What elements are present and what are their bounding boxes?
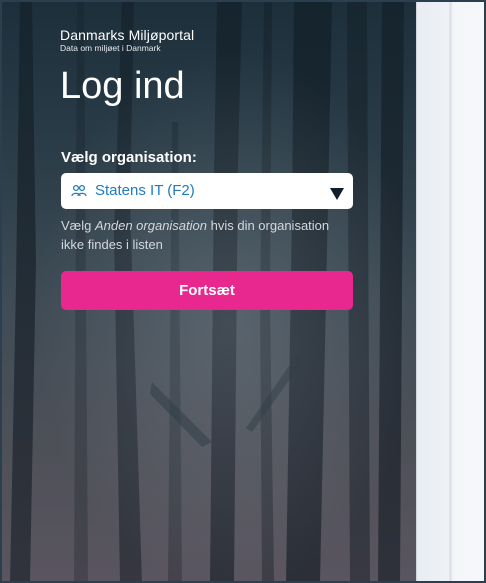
brand-tagline: Data om miljøet i Danmark (60, 43, 161, 53)
organisation-select-value: Statens IT (F2) (95, 182, 195, 199)
users-icon (71, 184, 87, 197)
login-panel: Danmarks Miljøportal Data om miljøet i D… (2, 2, 416, 581)
hint-text-start: Vælg (61, 218, 95, 233)
caret-down-icon (330, 188, 344, 200)
organisation-hint: Vælg Anden organisation hvis din organis… (61, 216, 351, 254)
browser-window: Danmarks Miljøportal Data om miljøet i D… (0, 0, 486, 583)
side-panel (416, 2, 484, 581)
brand-logo: Danmarks Miljøportal Data om miljøet i D… (60, 27, 194, 54)
page-title: Log ind (60, 65, 185, 107)
continue-button[interactable]: Fortsæt (61, 271, 353, 310)
organisation-select[interactable]: Statens IT (F2) (61, 173, 353, 209)
hint-emphasis: Anden organisation (94, 218, 207, 233)
brand-name: Danmarks Miljøportal (60, 27, 195, 43)
organisation-label: Vælg organisation: (61, 149, 197, 166)
